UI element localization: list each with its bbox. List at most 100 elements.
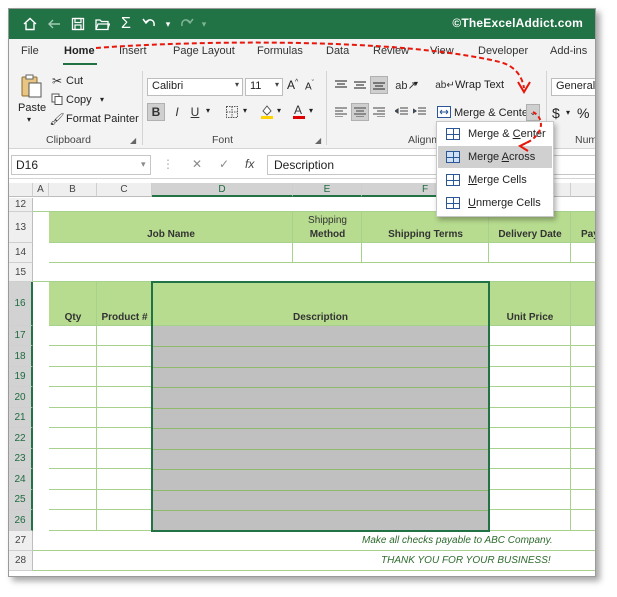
unit-price-row-cell[interactable] — [489, 469, 571, 490]
back-arrow-icon[interactable] — [43, 9, 65, 39]
fill-color-icon[interactable] — [259, 101, 275, 121]
copy-dropdown-icon[interactable]: ▾ — [100, 95, 104, 104]
currency-button[interactable]: $ — [552, 105, 560, 121]
row-header[interactable]: 22 — [9, 428, 33, 449]
unit-price-row-cell[interactable] — [489, 428, 571, 449]
align-top-icon[interactable] — [333, 77, 349, 93]
discount-row-cell[interactable] — [571, 387, 595, 408]
product-row-cell[interactable] — [97, 428, 152, 449]
tab-review[interactable]: Review — [373, 45, 409, 57]
underline-button[interactable]: U — [187, 103, 203, 121]
paste-dropdown-icon[interactable]: ▾ — [27, 115, 31, 124]
align-middle-icon[interactable] — [352, 77, 368, 93]
bold-button[interactable]: B — [147, 103, 165, 121]
paste-button[interactable]: Paste — [18, 102, 46, 114]
tab-view[interactable]: View — [430, 45, 454, 57]
col-header-c[interactable]: C — [97, 183, 152, 197]
qty-row-cell[interactable] — [49, 490, 97, 510]
name-box[interactable]: D16 — [11, 155, 151, 175]
shipping-terms-value-cell[interactable] — [362, 243, 489, 263]
discount-row-cell[interactable] — [571, 428, 595, 449]
shipping-method-value-cell[interactable] — [293, 243, 362, 263]
product-row-cell[interactable] — [97, 326, 152, 346]
open-folder-icon[interactable] — [91, 9, 113, 39]
discount-row-cell[interactable] — [571, 326, 595, 346]
row-header[interactable]: 28 — [9, 551, 33, 571]
align-right-icon[interactable] — [371, 103, 387, 121]
row-header[interactable]: 19 — [9, 367, 33, 387]
col-header-d[interactable]: D — [152, 183, 293, 197]
menu-item-unmerge-cells[interactable]: Unmerge Cells — [438, 192, 552, 214]
wrap-text-button[interactable]: Wrap Text — [455, 79, 504, 91]
qty-row-cell[interactable] — [49, 428, 97, 449]
product-row-cell[interactable] — [97, 490, 152, 510]
align-center-icon[interactable] — [351, 103, 369, 121]
align-bottom-icon[interactable] — [370, 76, 388, 94]
orientation-icon[interactable]: ab↗ — [395, 76, 416, 94]
product-row-cell[interactable] — [97, 469, 152, 490]
col-header-a[interactable]: A — [33, 183, 49, 197]
product-row-cell[interactable] — [97, 367, 152, 387]
col-header-h[interactable] — [571, 183, 595, 197]
font-name-select[interactable]: Calibri ▾ — [147, 78, 243, 96]
select-all-corner[interactable] — [9, 183, 33, 197]
copy-button[interactable]: Copy — [66, 94, 92, 106]
font-color-icon[interactable]: A — [291, 101, 307, 121]
menu-item-merge-cells[interactable]: Merge Cells — [438, 169, 552, 191]
row-header[interactable]: 23 — [9, 449, 33, 469]
tab-developer[interactable]: Developer — [478, 45, 528, 57]
unit-price-row-cell[interactable] — [489, 367, 571, 387]
unit-price-row-cell[interactable] — [489, 408, 571, 428]
row-15-cells[interactable] — [33, 263, 595, 282]
decrease-indent-icon[interactable] — [393, 103, 409, 121]
drag-handle-icon[interactable]: ⋮ — [162, 157, 174, 171]
font-size-select[interactable]: 11 ▾ — [245, 78, 283, 96]
borders-icon[interactable] — [224, 103, 240, 121]
font-color-dropdown-icon[interactable]: ▾ — [309, 106, 313, 115]
merge-center-button[interactable]: Merge & Center — [454, 107, 532, 119]
format-painter-button[interactable]: Format Painter — [66, 113, 139, 125]
product-row-cell[interactable] — [97, 510, 152, 531]
row-header[interactable]: 20 — [9, 387, 33, 408]
merge-dropdown-chevron-icon[interactable]: ⌄ — [526, 104, 540, 121]
cut-button[interactable]: Cut — [66, 75, 83, 87]
autosum-icon[interactable]: Σ — [115, 9, 137, 39]
row-header[interactable]: 12 — [9, 198, 33, 212]
qty-row-cell[interactable] — [49, 408, 97, 428]
unit-price-row-cell[interactable] — [489, 346, 571, 367]
home-icon[interactable] — [19, 9, 41, 39]
qty-row-cell[interactable] — [49, 510, 97, 531]
discount-row-cell[interactable] — [571, 346, 595, 367]
decrease-font-icon[interactable]: Aˇ — [305, 80, 314, 92]
payment-terms-value-cell[interactable] — [571, 243, 595, 263]
tab-home[interactable]: Home — [64, 45, 95, 57]
borders-dropdown-icon[interactable]: ▾ — [243, 106, 247, 115]
unit-price-row-cell[interactable] — [489, 490, 571, 510]
col-header-e[interactable]: E — [293, 183, 362, 197]
underline-dropdown-icon[interactable]: ▾ — [206, 106, 210, 115]
number-format-select[interactable]: General — [551, 78, 595, 96]
increase-font-icon[interactable]: A^ — [287, 78, 298, 92]
unit-price-row-cell[interactable] — [489, 449, 571, 469]
delivery-date-value-cell[interactable] — [489, 243, 571, 263]
product-row-cell[interactable] — [97, 408, 152, 428]
unit-price-row-cell[interactable] — [489, 326, 571, 346]
product-row-cell[interactable] — [97, 387, 152, 408]
discount-row-cell[interactable] — [571, 490, 595, 510]
qty-row-cell[interactable] — [49, 387, 97, 408]
save-icon[interactable] — [67, 9, 89, 39]
menu-item-merge-across[interactable]: Merge Across — [438, 146, 552, 168]
cancel-entry-icon[interactable]: ✕ — [192, 157, 202, 171]
row-header[interactable]: 26 — [9, 510, 33, 531]
discount-row-cell[interactable] — [571, 449, 595, 469]
tab-file[interactable]: File — [21, 45, 39, 57]
confirm-entry-icon[interactable]: ✓ — [219, 157, 229, 171]
qty-row-cell[interactable] — [49, 469, 97, 490]
row-header[interactable]: 27 — [9, 531, 33, 551]
discount-row-cell[interactable] — [571, 367, 595, 387]
percent-button[interactable]: % — [577, 105, 589, 121]
row-header[interactable]: 14 — [9, 243, 33, 263]
paste-icon[interactable] — [19, 73, 43, 99]
qty-row-cell[interactable] — [49, 449, 97, 469]
qty-row-cell[interactable] — [49, 367, 97, 387]
